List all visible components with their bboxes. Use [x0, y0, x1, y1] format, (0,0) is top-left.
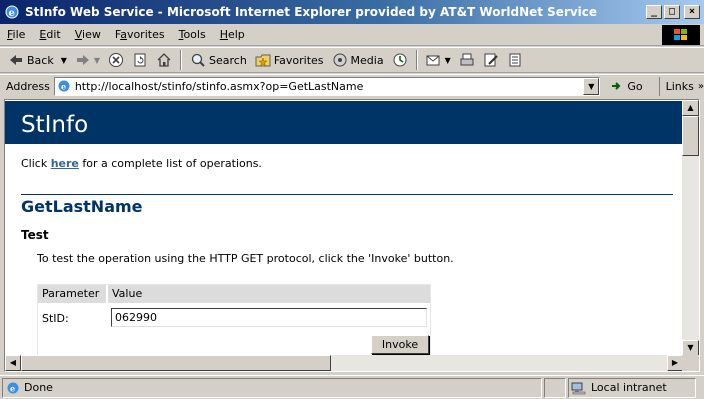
home-icon — [157, 53, 171, 67]
operations-list-link[interactable]: here — [51, 157, 79, 170]
address-dropdown-icon[interactable]: ▼ — [583, 77, 600, 95]
go-label: Go — [627, 79, 643, 93]
discuss-button[interactable] — [503, 49, 527, 71]
stop-icon — [109, 53, 124, 67]
close-button[interactable]: × — [684, 5, 700, 19]
print-button[interactable] — [455, 49, 479, 71]
address-label: Address — [6, 79, 50, 93]
refresh-icon — [134, 53, 146, 67]
windows-logo-icon — [662, 25, 700, 45]
search-button[interactable]: Search — [186, 49, 251, 71]
horizontal-scrollbar[interactable]: ◀ ▶ — [5, 355, 683, 371]
search-icon — [191, 53, 205, 67]
edit-icon — [484, 53, 498, 67]
col-value: Value — [106, 285, 142, 303]
svg-text:e: e — [61, 82, 66, 92]
edit-button[interactable] — [479, 49, 503, 71]
intro-suffix: for a complete list of operations. — [78, 157, 262, 170]
scroll-down-button[interactable]: ▼ — [682, 340, 699, 356]
menu-favorites[interactable]: Favorites — [108, 28, 172, 41]
status-main: e Done — [2, 377, 542, 398]
test-description: To test the operation using the HTTP GET… — [37, 252, 454, 265]
mail-button[interactable]: ▼ — [422, 49, 455, 71]
toolbar-separator — [180, 50, 183, 70]
mail-dropdown-icon[interactable]: ▼ — [445, 56, 451, 65]
maximize-button[interactable]: □ — [664, 5, 680, 19]
scrollbar-corner — [682, 355, 699, 371]
media-button[interactable]: Media — [328, 49, 388, 71]
page-icon: e — [58, 80, 70, 92]
local-intranet-icon — [571, 382, 586, 394]
svg-text:e: e — [10, 383, 15, 393]
horizontal-scroll-thumb[interactable] — [21, 355, 331, 371]
print-icon — [460, 53, 474, 66]
menu-file[interactable]: File — [0, 28, 32, 41]
home-button[interactable] — [152, 49, 176, 71]
refresh-button[interactable] — [128, 49, 152, 71]
menu-help[interactable]: Help — [213, 28, 252, 41]
divider — [21, 194, 673, 195]
scroll-right-button[interactable]: ▶ — [667, 355, 683, 371]
stop-button[interactable] — [104, 49, 128, 71]
menu-edit[interactable]: Edit — [32, 28, 67, 41]
back-label: Back — [27, 53, 54, 67]
forward-button[interactable]: ▼ — [71, 49, 104, 71]
zone-text: Local intranet — [591, 381, 667, 394]
favorites-button[interactable]: Favorites — [251, 49, 328, 71]
minimize-button[interactable]: _ — [646, 5, 662, 19]
address-input[interactable]: e http://localhost/stinfo/stinfo.asmx?op… — [53, 76, 601, 96]
media-icon — [333, 53, 347, 67]
favorites-label: Favorites — [273, 53, 324, 67]
window-titlebar: e StInfo Web Service - Microsoft Interne… — [0, 0, 704, 24]
page-heading: StInfo — [5, 101, 683, 144]
menu-tools[interactable]: Tools — [172, 28, 213, 41]
scroll-left-button[interactable]: ◀ — [5, 355, 21, 371]
standard-toolbar: Back ▼ ▼ Search Favorites Media ▼ — [0, 47, 704, 73]
intro-text: Click here for a complete list of operat… — [21, 157, 262, 170]
status-cell — [544, 377, 566, 398]
forward-arrow-icon — [76, 55, 89, 65]
status-bar: e Done Local intranet — [0, 375, 704, 399]
history-icon — [393, 53, 407, 67]
scroll-up-button[interactable]: ▲ — [682, 100, 699, 116]
invoke-button[interactable]: Invoke — [371, 335, 429, 354]
window-title: StInfo Web Service - Microsoft Internet … — [25, 5, 598, 19]
stid-input[interactable]: 062990 — [111, 308, 427, 327]
mail-icon — [426, 55, 440, 66]
internet-explorer-icon: e — [5, 5, 19, 19]
forward-dropdown-icon[interactable]: ▼ — [94, 56, 100, 65]
parameter-table: Parameter Value StID: 062990 Invoke — [37, 284, 431, 356]
toolbar-separator — [415, 50, 418, 70]
go-arrow-icon — [612, 82, 621, 90]
address-url: http://localhost/stinfo/stinfo.asmx?op=G… — [74, 79, 364, 93]
vertical-scroll-thumb[interactable] — [682, 116, 699, 156]
menu-view[interactable]: View — [68, 28, 108, 41]
discuss-icon — [509, 53, 521, 67]
intro-prefix: Click — [21, 157, 51, 170]
links-chevron-icon[interactable]: » — [698, 81, 704, 92]
address-bar: Address e http://localhost/stinfo/stinfo… — [0, 74, 704, 97]
search-label: Search — [209, 53, 247, 67]
operation-name: GetLastName — [21, 197, 143, 216]
svg-text:e: e — [9, 8, 15, 19]
favorites-folder-icon — [255, 54, 271, 67]
menu-bar: File Edit View Favorites Tools Help — [0, 24, 704, 46]
page-done-icon: e — [7, 382, 19, 393]
back-button[interactable]: Back ▼ — [4, 49, 71, 71]
links-button[interactable]: Links — [658, 76, 694, 96]
back-dropdown-icon[interactable]: ▼ — [61, 56, 67, 65]
page-content: StInfo Click here for a complete list of… — [5, 100, 683, 356]
param-name: StID: — [42, 312, 69, 325]
vertical-scrollbar[interactable]: ▲ ▼ — [682, 100, 699, 356]
go-button[interactable]: Go — [610, 79, 643, 93]
browser-viewport: StInfo Click here for a complete list of… — [4, 99, 700, 372]
back-arrow-icon — [10, 55, 22, 65]
col-parameter: Parameter — [42, 287, 100, 300]
history-button[interactable] — [388, 49, 412, 71]
parameter-table-header: Parameter Value — [38, 285, 430, 303]
status-text: Done — [24, 381, 53, 394]
test-heading: Test — [21, 228, 49, 242]
media-label: Media — [350, 53, 384, 67]
security-zone: Local intranet — [568, 377, 696, 398]
